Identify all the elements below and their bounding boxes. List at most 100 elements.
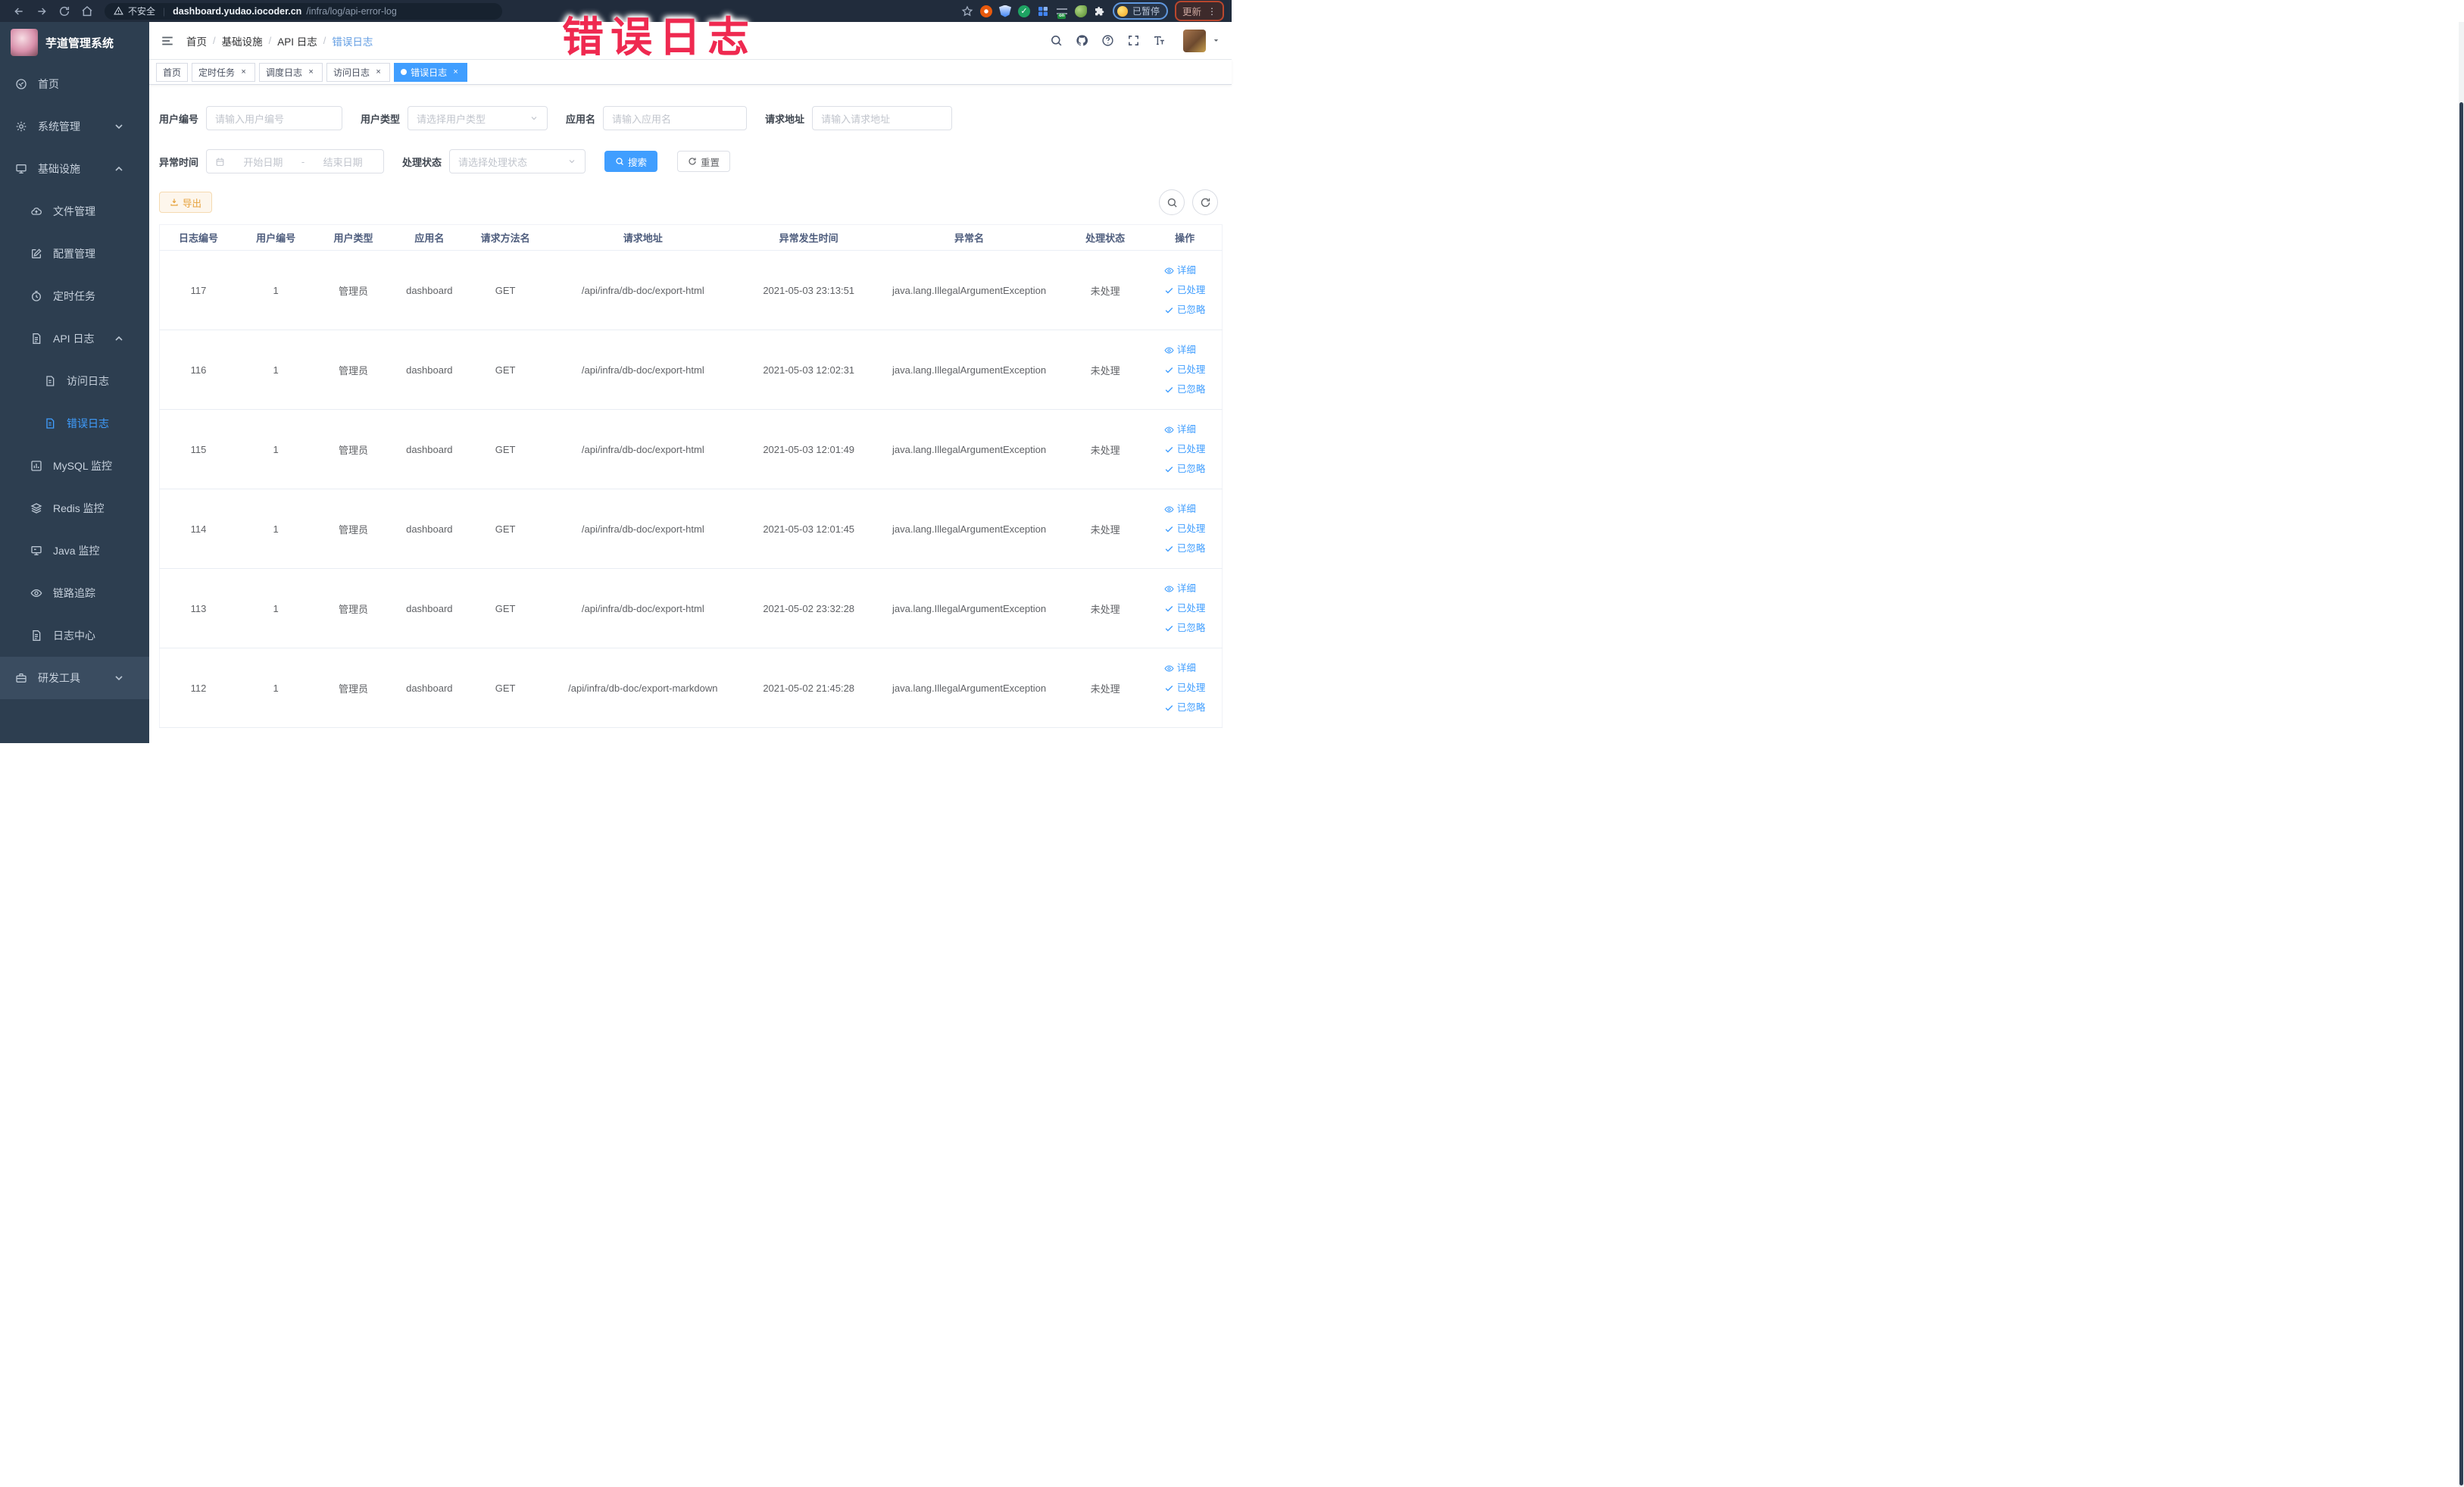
detail-link[interactable]: 详细 — [1164, 420, 1206, 439]
font-size-icon[interactable] — [1153, 34, 1166, 47]
tab-3[interactable]: 访问日志 × — [326, 62, 391, 82]
close-icon[interactable]: × — [239, 67, 248, 77]
fullscreen-icon[interactable] — [1127, 34, 1140, 47]
cell-actions: 详细 已处理 已忽略 — [1148, 489, 1223, 569]
filter-row-1: 用户编号 请输入用户编号 用户类型 请选择用户类型 应用名 请输入应用名 请求地… — [159, 106, 1223, 130]
user-type-select[interactable]: 请选择用户类型 — [408, 106, 548, 130]
detail-link[interactable]: 详细 — [1164, 499, 1206, 519]
cloud-icon — [30, 205, 42, 217]
cell-user_type: 管理员 — [314, 330, 392, 410]
detail-link[interactable]: 详细 — [1164, 340, 1206, 360]
reset-button[interactable]: 重置 — [677, 151, 731, 172]
sidebar-item-9[interactable]: MySQL 监控 — [0, 445, 149, 487]
tab-label: 首页 — [163, 67, 182, 78]
sidebar-item-1[interactable]: 系统管理 — [0, 105, 149, 148]
user-menu[interactable] — [1183, 29, 1220, 52]
refresh-table-button[interactable] — [1192, 189, 1218, 215]
app-logo[interactable]: 芋道管理系统 — [0, 22, 149, 63]
sidebar-item-11[interactable]: Java 监控 — [0, 530, 149, 572]
breadcrumb-infra[interactable]: 基础设施 — [222, 33, 263, 48]
cell-url: /api/infra/db-doc/export-markdown — [544, 648, 742, 728]
sidebar-item-12[interactable]: 链路追踪 — [0, 572, 149, 614]
sidebar-item-8[interactable]: 错误日志 — [0, 402, 149, 445]
paused-badge[interactable]: 已暂停 — [1112, 2, 1168, 20]
bookmark-star-icon[interactable] — [961, 5, 973, 17]
ignored-link[interactable]: 已忽略 — [1164, 539, 1205, 558]
extension-orange-icon[interactable] — [979, 5, 992, 17]
sidebar-item-0[interactable]: 首页 — [0, 63, 149, 105]
extension-leaf-icon[interactable] — [1074, 5, 1087, 17]
detail-link[interactable]: 详细 — [1164, 261, 1206, 280]
processed-link[interactable]: 已处理 — [1164, 439, 1205, 459]
cell-actions: 详细 已处理 已忽略 — [1148, 648, 1223, 728]
processed-link[interactable]: 已处理 — [1164, 280, 1205, 300]
layers-icon — [30, 502, 42, 514]
tab-0[interactable]: 首页 — [156, 62, 189, 82]
tab-1[interactable]: 定时任务 × — [192, 62, 256, 82]
emoji-icon — [1116, 5, 1128, 17]
ignored-link[interactable]: 已忽略 — [1164, 459, 1205, 479]
ignored-link[interactable]: 已忽略 — [1164, 300, 1205, 320]
sidebar-item-10[interactable]: Redis 监控 — [0, 487, 149, 530]
reload-icon[interactable] — [58, 5, 70, 17]
github-icon[interactable] — [1076, 34, 1088, 47]
ignored-link[interactable]: 已忽略 — [1164, 380, 1205, 399]
detail-link[interactable]: 详细 — [1164, 579, 1206, 598]
extension-green-check-icon[interactable]: ✓ — [1017, 5, 1030, 17]
close-icon[interactable]: × — [373, 67, 383, 77]
cell-actions: 详细 已处理 已忽略 — [1148, 330, 1223, 410]
export-button[interactable]: 导出 — [159, 192, 213, 213]
home-icon[interactable] — [81, 5, 93, 17]
extension-shield-icon[interactable] — [998, 5, 1011, 17]
process-status-select[interactable]: 请选择处理状态 — [449, 149, 586, 173]
processed-link[interactable]: 已处理 — [1164, 678, 1205, 698]
scrollbar-thumb[interactable] — [2459, 102, 2463, 1485]
address-bar[interactable]: 不安全 | dashboard.yudao.iocoder.cn/infra/l… — [105, 2, 502, 20]
dashboard-icon — [15, 78, 27, 90]
request-url-input[interactable]: 请输入请求地址 — [812, 106, 953, 130]
sidebar-item-7[interactable]: 访问日志 — [0, 360, 149, 402]
tab-2[interactable]: 调度日志 × — [259, 62, 323, 82]
exception-time-range-picker[interactable]: 开始日期 - 结束日期 — [206, 149, 385, 173]
tab-label: 定时任务 — [198, 67, 236, 78]
cell-status: 未处理 — [1063, 489, 1148, 569]
processed-link[interactable]: 已处理 — [1164, 519, 1205, 539]
cell-id: 115 — [159, 409, 237, 489]
ignored-link[interactable]: 已忽略 — [1164, 618, 1205, 638]
hamburger-icon[interactable] — [161, 34, 174, 48]
forward-icon[interactable] — [36, 5, 48, 17]
close-icon[interactable]: × — [306, 67, 316, 77]
page-scrollbar[interactable] — [2459, 22, 2464, 1487]
column-header: 操作 — [1148, 224, 1223, 251]
ignored-link[interactable]: 已忽略 — [1164, 698, 1205, 717]
breadcrumb-home[interactable]: 首页 — [186, 33, 207, 48]
sidebar-item-5[interactable]: 定时任务 — [0, 275, 149, 317]
kebab-menu-icon[interactable]: ⋮ — [1207, 7, 1216, 16]
search-icon[interactable] — [1050, 34, 1063, 47]
extension-grid-icon[interactable] — [1037, 5, 1049, 17]
tab-4[interactable]: 错误日志 × — [394, 62, 468, 82]
sidebar-item-label: 访问日志 — [67, 375, 109, 387]
help-icon[interactable] — [1101, 34, 1114, 47]
search-button[interactable]: 搜索 — [604, 151, 658, 172]
breadcrumb-api-log[interactable]: API 日志 — [277, 33, 317, 48]
close-icon[interactable]: × — [451, 67, 461, 77]
sidebar-item-3[interactable]: 文件管理 — [0, 190, 149, 233]
app-name-input[interactable]: 请输入应用名 — [603, 106, 748, 130]
detail-link[interactable]: 详细 — [1164, 658, 1206, 678]
extensions-puzzle-icon[interactable] — [1094, 5, 1106, 17]
sidebar-item-13[interactable]: 日志中心 — [0, 614, 149, 657]
processed-link[interactable]: 已处理 — [1164, 598, 1205, 618]
user-id-input[interactable]: 请输入用户编号 — [206, 106, 343, 130]
sidebar-item-4[interactable]: 配置管理 — [0, 233, 149, 275]
refresh-icon — [688, 157, 697, 166]
extension-switch-icon[interactable]: on — [1056, 5, 1068, 19]
sidebar-item-6[interactable]: API 日志 — [0, 317, 149, 360]
toggle-search-button[interactable] — [1159, 189, 1185, 215]
sidebar-item-14[interactable]: 研发工具 — [0, 657, 149, 699]
back-icon[interactable] — [13, 5, 25, 17]
refresh-icon — [1200, 197, 1211, 208]
processed-link[interactable]: 已处理 — [1164, 360, 1205, 380]
update-button[interactable]: 更新 ⋮ — [1174, 1, 1224, 21]
sidebar-item-2[interactable]: 基础设施 — [0, 148, 149, 190]
